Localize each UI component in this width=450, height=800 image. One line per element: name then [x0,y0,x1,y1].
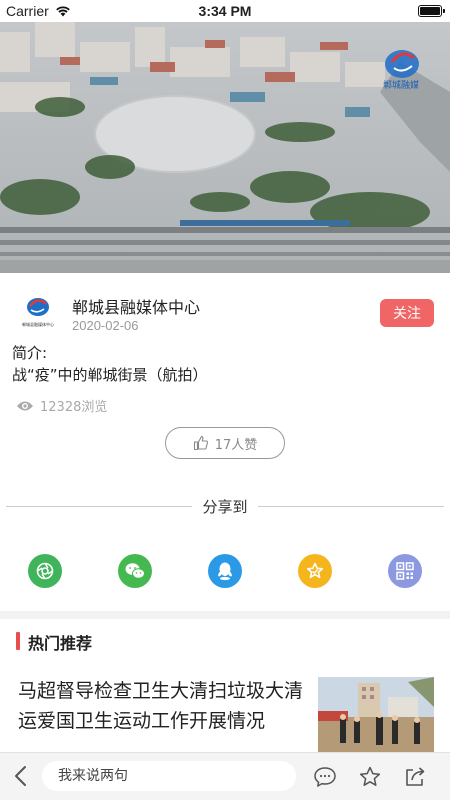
section-marker [16,632,20,650]
status-time: 3:34 PM [198,3,252,19]
publish-date: 2020-02-06 [72,318,139,333]
view-count-text: 12328浏览 [40,400,108,415]
share-icon [406,767,425,786]
share-qrcode-button[interactable] [388,554,422,588]
qq-icon [218,562,232,581]
view-count: 12328浏览 [16,396,107,415]
intro-text: 战“疫”中的郸城街景（航拍） [12,366,208,384]
divider [6,506,192,507]
qr-code-icon [396,562,414,580]
share-favorite-button[interactable] [298,554,332,588]
battery-icon [418,5,445,17]
status-bar: Carrier 3:34 PM [0,0,450,22]
comment-bubble-icon [314,767,336,787]
chevron-left-icon [15,766,26,786]
section-divider [0,611,450,619]
publisher-logo-caption: 郸城县融媒体中心 [22,321,54,327]
aerial-city-scene: 郸城融媒 [0,22,450,273]
star-outline-icon [359,766,381,786]
news-item-title[interactable]: 马超督导检查卫生大清扫垃圾大清运爱国卫生运动工作开展情况 [18,676,303,736]
share-qq-button[interactable] [208,554,242,588]
channel-logo-icon [385,50,419,78]
eye-icon [17,401,33,410]
share-wechat-button[interactable] [118,554,152,588]
bottom-toolbar [0,752,450,800]
share-moments-button[interactable] [28,554,62,588]
comment-input[interactable] [42,761,296,791]
share-title: 分享到 [202,498,248,516]
comments-button[interactable] [312,764,338,790]
publisher-name[interactable]: 郸城县融媒体中心 [72,294,200,318]
share-button[interactable] [402,764,428,790]
news-item-thumbnail[interactable] [318,677,434,752]
back-button[interactable] [8,763,32,789]
like-count: 17人赞 [214,437,258,453]
news-thumbnail-photo [318,677,434,752]
thumbs-up-icon [193,435,208,451]
follow-button[interactable]: 关注 [380,299,434,327]
camera-shutter-icon [36,562,54,580]
star-icon [306,562,324,579]
favorite-button[interactable] [357,764,383,790]
publisher-logo[interactable]: 郸城县融媒体中心 [20,293,56,329]
intro-label: 简介: [12,344,48,362]
hero-watermark-text: 郸城融媒 [383,79,419,91]
like-button[interactable]: 17人赞 [165,427,285,459]
divider [258,506,444,507]
hot-recommend-title: 热门推荐 [28,634,93,653]
wechat-icon [125,563,145,579]
hero-video-image[interactable]: 郸城融媒 [0,22,450,273]
